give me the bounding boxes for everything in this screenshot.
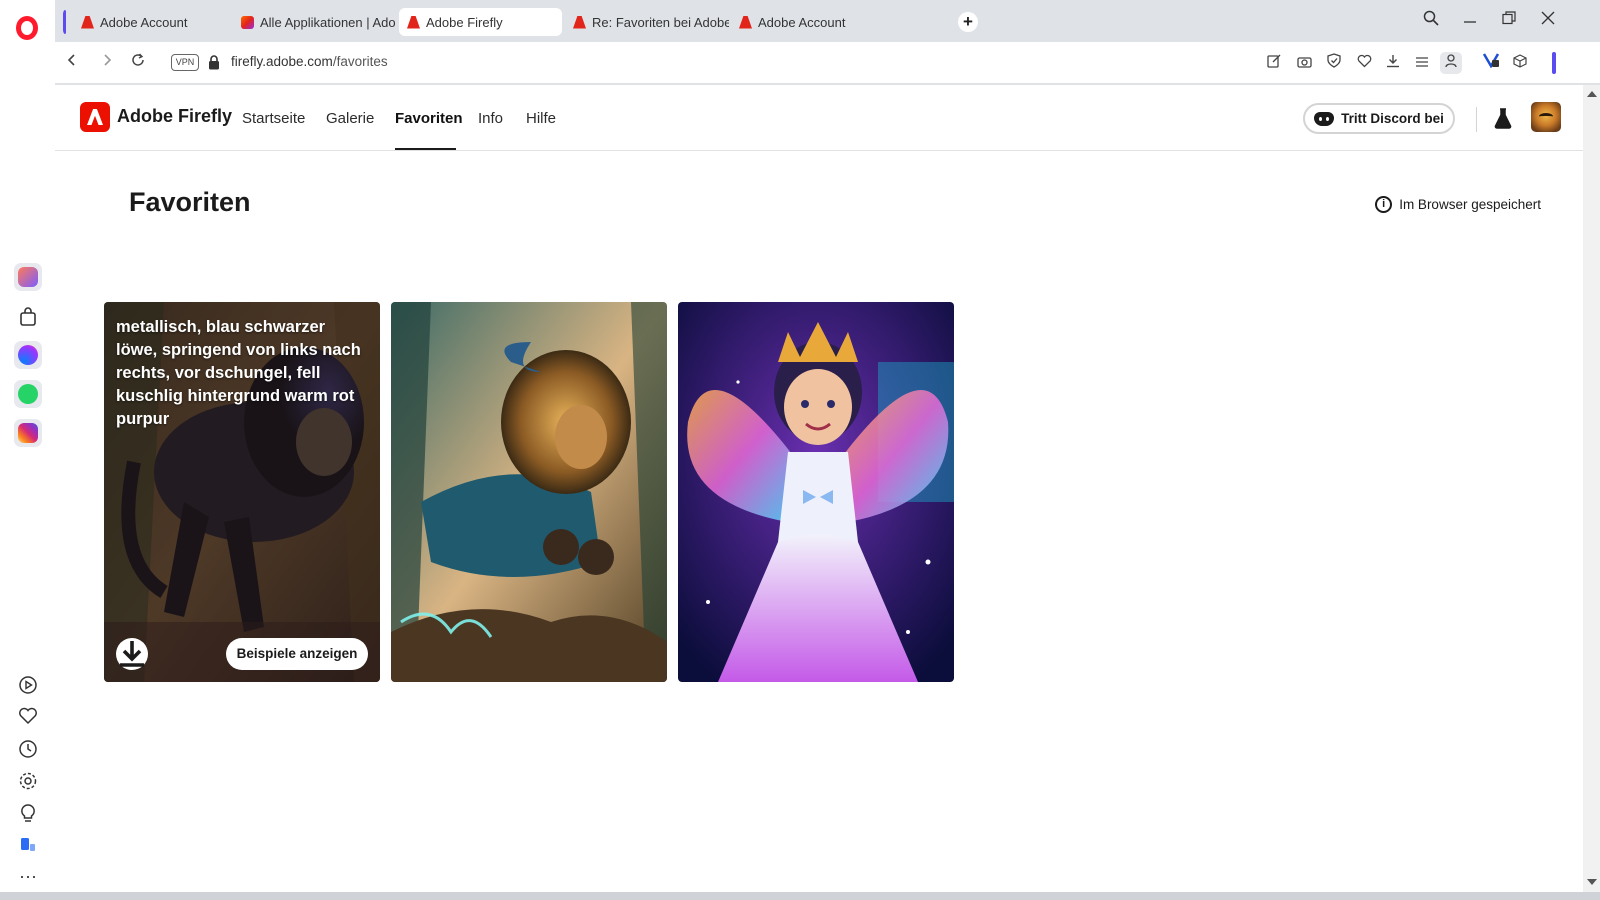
minimize-icon[interactable]: [1457, 10, 1483, 32]
url-path: /favorites: [332, 54, 388, 69]
tab-re-favoriten[interactable]: Re: Favoriten bei Adobe F: [565, 8, 729, 36]
whatsapp-icon: [18, 384, 38, 404]
profile-icon[interactable]: [1440, 52, 1462, 74]
favorite-card-3[interactable]: [678, 302, 954, 682]
nav-galerie[interactable]: Galerie: [326, 110, 374, 127]
tab-label: Adobe Account: [100, 14, 188, 30]
new-tab-button[interactable]: +: [958, 12, 978, 32]
download-icon: [120, 641, 144, 667]
nav-hilfe[interactable]: Hilfe: [526, 110, 556, 127]
address-bar: VPN firefly.adobe.com/favorites: [55, 42, 1600, 84]
show-examples-button[interactable]: Beispiele anzeigen: [226, 638, 368, 670]
discord-icon: [1314, 111, 1335, 126]
card-prompt-text: metallisch, blau schwarzer löwe, springe…: [116, 318, 361, 428]
url-host: firefly.adobe.com: [231, 54, 333, 69]
history-clock-icon[interactable]: [17, 739, 39, 761]
beta-flask-icon[interactable]: [1493, 107, 1513, 129]
favorite-card-1[interactable]: metallisch, blau schwarzer löwe, springe…: [104, 302, 380, 682]
shield-check-icon[interactable]: [1323, 52, 1345, 74]
vpn-badge[interactable]: VPN: [171, 54, 199, 71]
bookmark-heart-icon[interactable]: [1353, 52, 1375, 74]
close-window-icon[interactable]: [1535, 10, 1561, 32]
page-scrollbar[interactable]: [1583, 85, 1600, 892]
url-field[interactable]: firefly.adobe.com/favorites: [231, 54, 388, 69]
extensions-icon[interactable]: [17, 835, 39, 857]
snapshot-camera-icon[interactable]: [1293, 52, 1315, 74]
firefly-page: Adobe Firefly Startseite Galerie Favorit…: [55, 85, 1583, 892]
more-dots-icon[interactable]: ···: [17, 865, 39, 887]
adobe-icon: [407, 15, 420, 29]
adobe-icon: [573, 15, 586, 29]
discord-label: Tritt Discord bei: [1341, 111, 1444, 126]
nav-startseite[interactable]: Startseite: [242, 110, 305, 127]
scroll-down-arrow[interactable]: [1587, 879, 1597, 885]
sidebar-whatsapp-button[interactable]: [14, 380, 42, 408]
settings-gear-icon[interactable]: [17, 771, 39, 793]
nav-favoriten[interactable]: Favoriten: [395, 110, 463, 127]
extensions-cube-icon[interactable]: [1509, 52, 1531, 74]
tab-label: Alle Applikationen | Adob: [260, 14, 395, 30]
page-title: Favoriten: [129, 187, 251, 217]
adobe-icon: [81, 15, 94, 29]
tab-label: Adobe Firefly: [426, 14, 503, 30]
reload-button[interactable]: [127, 52, 149, 74]
tab-adobe-account-2[interactable]: Adobe Account: [731, 8, 897, 36]
edit-page-icon[interactable]: [1263, 52, 1285, 74]
scroll-up-arrow[interactable]: [1587, 91, 1597, 97]
favorite-card-2[interactable]: [391, 302, 667, 682]
tab-strip: Adobe Account Alle Applikationen | Adob …: [55, 0, 1600, 42]
tab-label: Adobe Account: [758, 14, 846, 30]
sidebar-messenger-button[interactable]: [14, 341, 42, 369]
bookmarks-heart-icon[interactable]: [17, 707, 39, 729]
tab-alle-applikationen[interactable]: Alle Applikationen | Adob: [233, 8, 395, 36]
sidebar-aria-button[interactable]: [14, 263, 42, 291]
adobe-logo-icon[interactable]: [80, 102, 110, 132]
window-bottom-edge: [0, 892, 1600, 900]
wallet-extension-icon[interactable]: [1480, 52, 1502, 74]
discord-button[interactable]: Tritt Discord bei: [1303, 103, 1455, 134]
favorite-image-golden-lion: [391, 302, 667, 682]
restore-icon[interactable]: [1496, 10, 1522, 32]
adobe-icon: [739, 15, 752, 29]
forward-button[interactable]: [96, 52, 118, 74]
tab-adobe-firefly[interactable]: Adobe Firefly: [399, 8, 562, 36]
back-button[interactable]: [61, 52, 83, 74]
sidebar-indicator: [1552, 52, 1556, 74]
stored-note-label: Im Browser gespeichert: [1399, 197, 1541, 212]
lock-icon[interactable]: [208, 55, 220, 70]
stored-in-browser-note[interactable]: i Im Browser gespeichert: [1375, 196, 1541, 213]
adobe-a-glyph: [87, 109, 103, 125]
header-divider: [1476, 107, 1477, 132]
tab-adobe-account-1[interactable]: Adobe Account: [63, 8, 229, 36]
nav-info[interactable]: Info: [478, 110, 503, 127]
creative-cloud-icon: [241, 15, 254, 29]
tab-label: Re: Favoriten bei Adobe F: [592, 14, 729, 30]
favorite-image-fairy-girl: [678, 302, 954, 682]
sidebar-instagram-button[interactable]: [14, 419, 42, 447]
download-button[interactable]: [116, 638, 148, 670]
info-icon: i: [1375, 196, 1393, 213]
browser-sidebar: ···: [0, 0, 55, 900]
tab-indicator: [63, 10, 66, 34]
player-icon[interactable]: [17, 675, 39, 697]
search-tabs-icon[interactable]: [1418, 10, 1444, 32]
opera-logo-icon[interactable]: [16, 16, 38, 40]
instagram-icon: [18, 423, 38, 443]
messenger-icon: [18, 345, 38, 365]
active-nav-underline: [395, 148, 456, 150]
shopping-bag-icon[interactable]: [17, 307, 39, 329]
firefly-header: Adobe Firefly Startseite Galerie Favorit…: [55, 85, 1583, 151]
tips-lightbulb-icon[interactable]: [17, 803, 39, 825]
brand-title[interactable]: Adobe Firefly: [117, 106, 232, 127]
user-avatar[interactable]: [1531, 102, 1561, 132]
easy-setup-icon[interactable]: [1411, 52, 1433, 74]
aria-icon: [18, 267, 38, 287]
downloads-icon[interactable]: [1382, 52, 1404, 74]
